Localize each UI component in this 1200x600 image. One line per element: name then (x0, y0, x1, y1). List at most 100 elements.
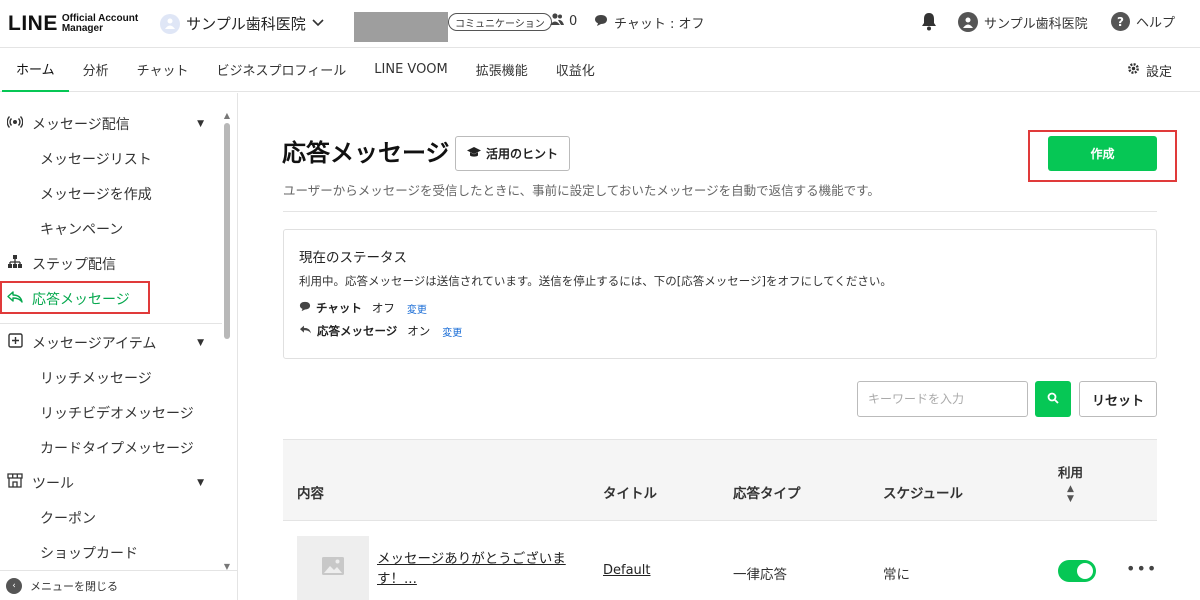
tab-home[interactable]: ホーム (2, 48, 69, 92)
settings-label: 設定 (1145, 65, 1172, 80)
status-response-value: オン (407, 324, 431, 338)
plan-badge: コミュニケーション (448, 13, 552, 31)
change-chat-link[interactable]: 変更 (407, 301, 427, 316)
close-menu-button[interactable]: ‹ メニューを閉じる (0, 570, 237, 600)
close-menu-label: メニューを閉じる (30, 579, 118, 593)
sidebar-item-label: メッセージ配信 (32, 116, 130, 133)
status-chat-label: チャット (316, 301, 362, 315)
status-chat-value: オフ (371, 301, 395, 315)
user-avatar-icon (958, 12, 978, 32)
top-bar: LINE Official Account Manager サンプル歯科医院 コ… (0, 0, 1200, 48)
message-thumbnail[interactable] (297, 536, 369, 600)
chat-status-text: チャット : オフ (614, 17, 705, 32)
more-options-icon[interactable]: ••• (1126, 559, 1157, 578)
scrollbar-thumb[interactable] (224, 123, 230, 339)
bell-icon[interactable] (920, 12, 938, 36)
help-link[interactable]: ? ヘルプ (1111, 12, 1175, 31)
tab-analytics[interactable]: 分析 (69, 48, 123, 92)
sidebar-item-shop-card[interactable]: ショップカード (0, 535, 222, 570)
graduation-cap-icon (467, 146, 481, 161)
logo-sub-text: Official Account Manager (61, 13, 138, 34)
sidebar-scrollbar[interactable]: ▲ ▼ (222, 111, 232, 571)
keyword-search-input[interactable] (857, 381, 1028, 417)
create-button[interactable]: 作成 (1048, 136, 1157, 171)
line-logo[interactable]: LINE Official Account Manager (8, 12, 138, 36)
logo-line-text: LINE (8, 11, 58, 35)
row-schedule: 常に (883, 567, 910, 583)
main-divider (283, 211, 1157, 212)
tab-chat[interactable]: チャット (123, 48, 203, 92)
column-header-schedule: スケジュール (883, 486, 964, 502)
account-switcher[interactable]: サンプル歯科医院 (160, 13, 324, 34)
search-icon (1047, 392, 1059, 407)
row-title-link[interactable]: Default (603, 563, 651, 578)
tab-monetization[interactable]: 収益化 (542, 48, 609, 92)
sidebar-item-label: メッセージアイテム (32, 335, 157, 352)
tab-line-voom[interactable]: LINE VOOM (360, 48, 462, 92)
friends-icon (550, 13, 564, 29)
sidebar-item-rich-video-message[interactable]: リッチビデオメッセージ (0, 395, 222, 430)
status-panel: 現在のステータス 利用中。応答メッセージは送信されています。送信を停止するには、… (283, 229, 1157, 359)
sidebar-item-coupon[interactable]: クーポン (0, 500, 222, 535)
usage-hint-button[interactable]: 活用のヒント (455, 136, 571, 171)
status-row-chat: チャット オフ 変更 (299, 300, 427, 316)
sidebar-item-card-type-message[interactable]: カードタイプメッセージ (0, 430, 222, 465)
tab-business-profile[interactable]: ビジネスプロフィール (203, 48, 361, 92)
status-text: 利用中。応答メッセージは送信されています。送信を停止するには、下の[応答メッセー… (299, 274, 892, 288)
sidebar-divider (0, 323, 222, 324)
help-label: ヘルプ (1136, 16, 1176, 31)
sidebar-menu: メッセージ配信 ▼ メッセージリスト メッセージを作成 キャンペーン ステップ配… (0, 93, 222, 570)
user-menu[interactable]: サンプル歯科医院 (958, 12, 1088, 32)
sidebar-item-rich-message[interactable]: リッチメッセージ (0, 360, 222, 395)
add-box-icon (6, 333, 24, 352)
sidebar-item-label: ステップ配信 (32, 256, 116, 273)
highlight-box-sidebar (0, 281, 150, 314)
column-header-use-label: 利用 (1058, 465, 1084, 480)
page-title: 応答メッセージ (282, 139, 450, 167)
hierarchy-icon (6, 254, 24, 273)
sidebar-group-message-items[interactable]: メッセージアイテム ▼ (0, 325, 222, 360)
change-response-link[interactable]: 変更 (442, 324, 462, 339)
status-title: 現在のステータス (299, 250, 407, 266)
image-placeholder-icon (321, 556, 345, 580)
sidebar-item-message-list[interactable]: メッセージリスト (0, 141, 222, 176)
sort-icon[interactable]: ▲ ▼ (1058, 484, 1083, 504)
sidebar-item-campaign[interactable]: キャンペーン (0, 211, 222, 246)
scroll-up-arrow-icon[interactable]: ▲ (222, 111, 232, 120)
help-icon: ? (1111, 12, 1130, 31)
gear-icon (1127, 62, 1140, 79)
status-response-label: 応答メッセージ (317, 324, 398, 338)
reply-icon (299, 324, 312, 338)
friends-count[interactable]: 0 (550, 13, 577, 29)
page-description: ユーザーからメッセージを受信したときに、事前に設定しておいたメッセージを自動で返… (283, 183, 880, 198)
reset-button[interactable]: リセット (1079, 381, 1157, 417)
account-name: サンプル歯科医院 (186, 15, 306, 33)
sidebar-group-message-delivery[interactable]: メッセージ配信 ▼ (0, 106, 222, 141)
sidebar-group-tools[interactable]: ツール ▼ (0, 465, 222, 500)
sidebar-item-create-message[interactable]: メッセージを作成 (0, 176, 222, 211)
search-button[interactable] (1035, 381, 1071, 417)
sidebar-item-step-delivery[interactable]: ステップ配信 (0, 246, 222, 281)
chat-bubble-icon (594, 14, 608, 31)
user-name: サンプル歯科医院 (984, 16, 1088, 32)
column-header-content: 内容 (297, 486, 324, 502)
sidebar: メッセージ配信 ▼ メッセージリスト メッセージを作成 キャンペーン ステップ配… (0, 93, 238, 600)
settings-link[interactable]: 設定 (1127, 61, 1172, 80)
row-content-link[interactable]: メッセージありがとうございます！... (377, 549, 577, 589)
row-enable-toggle[interactable] (1058, 560, 1096, 582)
main-content: 応答メッセージ 活用のヒント 作成 ユーザーからメッセージを受信したときに、事前… (240, 93, 1200, 600)
logo-sub-line-2: Manager (61, 22, 103, 34)
usage-hint-label: 活用のヒント (486, 147, 559, 161)
sidebar-item-label: ツール (32, 475, 74, 492)
chevron-left-icon: ‹ (6, 577, 22, 594)
column-header-use[interactable]: 利用 ▲ ▼ (1058, 462, 1083, 504)
redacted-block (354, 12, 448, 42)
column-header-title: タイトル (603, 486, 657, 502)
friends-count-value: 0 (569, 13, 578, 29)
chat-status[interactable]: チャット : オフ (594, 13, 705, 32)
tab-extensions[interactable]: 拡張機能 (462, 48, 542, 92)
store-icon (6, 473, 24, 492)
chevron-down-icon (312, 17, 324, 30)
status-row-auto-response: 応答メッセージ オン 変更 (299, 323, 462, 339)
caret-down-icon: ▼ (197, 337, 204, 348)
